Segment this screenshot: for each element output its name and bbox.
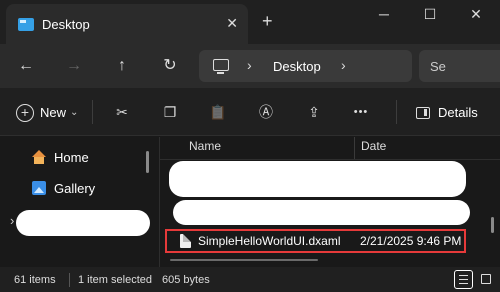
table-row-selected-file[interactable]: SimpleHelloWorldUI.dxaml 2/21/2025 9:46 … (165, 229, 466, 253)
search-input[interactable]: Se (419, 50, 500, 82)
close-button[interactable]: ✕ (464, 6, 488, 26)
up-button[interactable]: ↑ (110, 54, 134, 78)
details-view-icon (459, 275, 468, 284)
tab-title: Desktop (42, 17, 90, 32)
file-explorer-window: Desktop ✕ + ─ ☐ ✕ ← → ↑ ↻ › Desktop › Se… (0, 0, 500, 292)
item-count: 61 items (14, 274, 56, 286)
redacted-file-row (169, 161, 466, 197)
expand-chevron-icon[interactable]: › (10, 213, 14, 228)
share-button[interactable]: ⇪ (302, 100, 326, 124)
refresh-button[interactable]: ↻ (158, 54, 182, 78)
selection-size: 605 bytes (162, 274, 210, 286)
file-icon (180, 234, 191, 248)
status-divider (69, 273, 70, 287)
details-pane-icon (416, 107, 430, 120)
forward-button[interactable]: → (62, 54, 86, 78)
search-placeholder: Se (430, 59, 446, 74)
chevron-right-icon[interactable]: › (341, 57, 346, 73)
breadcrumb-desktop[interactable]: Desktop (273, 59, 321, 74)
sidebar-item-home[interactable]: Home (32, 147, 89, 167)
tiles-view-icon (481, 274, 491, 284)
more-options-button[interactable]: ••• (346, 100, 376, 124)
cut-button[interactable]: ✂ (110, 100, 134, 124)
tiles-view-button[interactable] (477, 270, 496, 289)
file-list-scrollbar[interactable] (491, 217, 494, 233)
sidebar-item-gallery[interactable]: Gallery (32, 178, 95, 198)
home-icon (32, 150, 46, 164)
paste-button[interactable]: 📋 (206, 100, 230, 124)
navigation-pane: Home Gallery › (0, 137, 160, 267)
file-name: SimpleHelloWorldUI.dxaml (198, 234, 341, 248)
new-button[interactable]: + New ⌄ (16, 100, 82, 124)
this-pc-icon[interactable] (213, 59, 229, 74)
details-view-button[interactable] (454, 270, 473, 289)
back-button[interactable]: ← (14, 54, 38, 78)
new-tab-button[interactable]: + (262, 12, 273, 30)
selection-count: 1 item selected (78, 274, 152, 286)
copy-button[interactable]: ❐ (158, 100, 182, 124)
tab-close-icon[interactable]: ✕ (226, 15, 238, 32)
folder-desktop-icon (18, 18, 34, 31)
rename-button[interactable]: Ⓐ (254, 100, 278, 124)
tab-desktop[interactable]: Desktop ✕ (6, 4, 248, 44)
redacted-nav-item (16, 210, 150, 236)
file-date: 2/21/2025 9:46 PM (360, 234, 462, 248)
toolbar-divider (92, 100, 93, 124)
title-bar: Desktop ✕ + ─ ☐ ✕ (0, 0, 500, 44)
maximize-button[interactable]: ☐ (418, 6, 442, 26)
chevron-right-icon[interactable]: › (247, 57, 252, 73)
gallery-icon (32, 181, 46, 195)
plus-circle-icon: + (16, 104, 34, 123)
redacted-file-row (173, 200, 470, 225)
toolbar-divider (396, 100, 397, 124)
column-header-name[interactable]: Name (189, 139, 221, 153)
column-divider[interactable] (354, 137, 355, 159)
horizontal-scrollbar[interactable] (170, 259, 318, 261)
new-label: New (40, 105, 67, 121)
status-bar: 61 items 1 item selected 605 bytes (0, 267, 500, 292)
sidebar-item-label: Home (54, 149, 89, 165)
minimize-button[interactable]: ─ (372, 6, 396, 26)
column-header-date[interactable]: Date (361, 139, 386, 153)
sidebar-item-label: Gallery (54, 180, 96, 196)
command-bar: + New ⌄ ✂ ❐ 📋 Ⓐ ⇪ ••• Details (0, 88, 500, 136)
chevron-down-icon: ⌄ (70, 107, 79, 119)
details-button[interactable]: Details (416, 100, 498, 124)
navigation-pane-scrollbar[interactable] (146, 151, 149, 173)
header-divider (160, 159, 500, 160)
navigation-bar: ← → ↑ ↻ › Desktop › Se (0, 44, 500, 88)
file-list: Name Date SimpleHelloWorldUI.dxaml 2/21/… (160, 137, 500, 267)
details-label: Details (438, 105, 478, 121)
address-bar[interactable]: › Desktop › (199, 50, 412, 82)
